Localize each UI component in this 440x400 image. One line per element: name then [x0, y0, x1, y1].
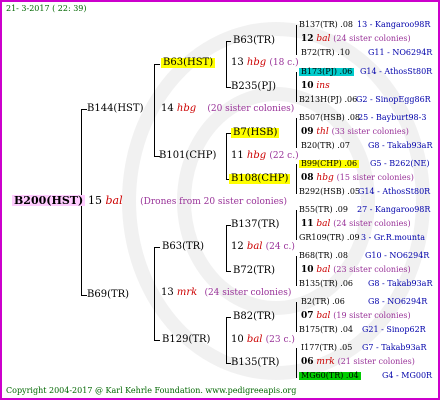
gen4-mid: 10 bal (23 sister colonies) [301, 265, 411, 275]
connector [296, 118, 297, 148]
connector [154, 247, 155, 340]
gen3-d1[interactable]: B82(TR) [233, 312, 275, 322]
connector [226, 271, 231, 272]
gen4-top-id[interactable]: B68(TR) .08 [299, 252, 348, 260]
gen4-mid: 09 thl (33 sister colonies) [301, 127, 409, 137]
connector [226, 133, 227, 179]
connector [226, 225, 227, 271]
gen3-c2[interactable]: B72(TR) [233, 266, 275, 276]
gen3-b1[interactable]: B7(HSB) [231, 128, 280, 138]
connector [226, 41, 231, 42]
gen4-bot-id[interactable]: B72(TR) .10 [301, 49, 350, 57]
root-breeder: bal [105, 194, 123, 207]
gen4-mid: 08 hbg (15 sister colonies) [301, 173, 414, 183]
gen2-a-line: 13 hbg (18 c.) [231, 57, 299, 68]
root-note: (Drones from 20 sister colonies) [140, 197, 288, 207]
gen4-bot-id[interactable]: B213H(PJ) .06 [299, 96, 357, 104]
gen2-d-id[interactable]: B129(TR) [162, 335, 210, 345]
gen4-top-info: G7 - Takab93aR [362, 343, 427, 352]
gen4-top-id[interactable]: B137(TR) .08 [299, 21, 353, 29]
gen1-bot-id[interactable]: B69(TR) [87, 290, 129, 300]
root-queen-line: 15 bal (Drones from 20 sister colonies) [88, 195, 287, 207]
gen4-bot-info: G21 - Sinop62R [362, 325, 426, 334]
connector [154, 64, 155, 156]
gen4-bot-info: G2 - SinopEgg86R [356, 95, 431, 104]
gen2-c-line: 12 bal (24 c.) [231, 241, 295, 252]
gen2-b-id[interactable]: B101(CHP) [159, 151, 216, 161]
gen1-bot-line: 13 mrk (24 sister colonies) [161, 287, 292, 298]
gen3-a1[interactable]: B63(TR) [233, 36, 275, 46]
gen1-top-line: 14 hbg (20 sister colonies) [161, 103, 295, 114]
connector [154, 340, 160, 341]
gen4-bot-info: G8 - Takab93aR [368, 141, 433, 150]
connector [226, 317, 231, 318]
gen4-mid: 11 bal (24 sister colonies) [301, 219, 411, 229]
pedigree-frame: 21- 3-2017 ( 22: 39) B200(HST) 15 bal (D… [0, 0, 440, 400]
connector [154, 64, 160, 65]
root-number: 15 [88, 194, 102, 207]
gen4-mid: 12 bal (24 sister colonies) [301, 34, 411, 44]
connector [296, 164, 297, 194]
connector [296, 72, 297, 102]
gen4-bot-id[interactable]: B175(TR) .04 [299, 326, 353, 334]
gen4-top-id[interactable]: B173(PJ) .06 [299, 68, 355, 76]
gen4-bot-id[interactable]: MG60(TR) .04 [299, 372, 361, 380]
gen4-top-id[interactable]: B55(TR) .09 [299, 206, 348, 214]
gen2-a-id[interactable]: B63(HST) [161, 58, 216, 68]
gen3-d2[interactable]: B135(TR) [231, 358, 279, 368]
connector [296, 256, 297, 286]
connector [296, 210, 297, 240]
gen3-c1[interactable]: B137(TR) [231, 220, 279, 230]
gen4-bot-id[interactable]: GR109(TR) .09 [299, 234, 360, 242]
gen4-top-info: G8 - NO6294R [368, 297, 428, 306]
connector [154, 247, 160, 248]
connector [296, 302, 297, 332]
date-stamp: 21- 3-2017 ( 22: 39) [6, 4, 87, 13]
connector [226, 317, 227, 363]
gen4-top-info: G10 - NO6294R [365, 251, 430, 260]
gen2-b-line: 11 hbg (22 c.) [231, 150, 299, 161]
gen3-a2[interactable]: B235(PJ) [231, 82, 276, 92]
gen4-top-info: 27 - Kangaroo98R [357, 205, 431, 214]
gen4-bot-info: G11 - NO6294R [368, 48, 433, 57]
gen4-top-info: G14 - AthosSt80R [360, 67, 433, 76]
gen4-top-info: 25 - Bayburt98-3 [358, 113, 427, 122]
gen4-bot-info: 3 - Gr.R.mounta [361, 233, 426, 242]
gen4-top-info: G5 - B262(NE) [370, 159, 430, 168]
gen4-bot-id[interactable]: B135(TR) .06 [299, 280, 353, 288]
gen4-top-id[interactable]: I177(TR) .05 [301, 344, 352, 352]
gen4-mid: 10 ins [301, 81, 330, 91]
gen2-d-line: 10 bal (23 c.) [231, 334, 295, 345]
gen1-top-id[interactable]: B144(HST) [87, 104, 143, 114]
gen4-top-id[interactable]: B507(HSB) .08 [299, 114, 360, 122]
connector [296, 348, 297, 378]
gen4-mid: 06 mrk (21 sister colonies) [301, 357, 415, 367]
gen4-mid: 07 bal (19 sister colonies) [301, 311, 411, 321]
gen4-bot-info: G4 - MG00R [382, 371, 433, 380]
connector [226, 41, 227, 87]
gen4-bot-info: G8 - Takab93aR [368, 279, 433, 288]
root-queen-id[interactable]: B200(HST) [12, 195, 86, 206]
gen2-c-id[interactable]: B63(TR) [162, 242, 204, 252]
gen4-bot-id[interactable]: B292(HSB) .05 [299, 188, 360, 196]
footer-copyright: Copyright 2004-2017 @ Karl Kehrle Founda… [6, 386, 297, 395]
gen4-top-id[interactable]: B99(CHP) .06 [299, 160, 360, 168]
gen4-top-id[interactable]: B2(TR) .06 [301, 298, 345, 306]
connector [296, 25, 297, 55]
gen3-b2[interactable]: B108(CHP) [229, 174, 291, 184]
gen4-top-info: 13 - Kangaroo98R [357, 20, 431, 29]
gen4-bot-id[interactable]: B20(TR) .07 [301, 142, 350, 150]
gen4-bot-info: G14 - AthosSt80R [358, 187, 431, 196]
